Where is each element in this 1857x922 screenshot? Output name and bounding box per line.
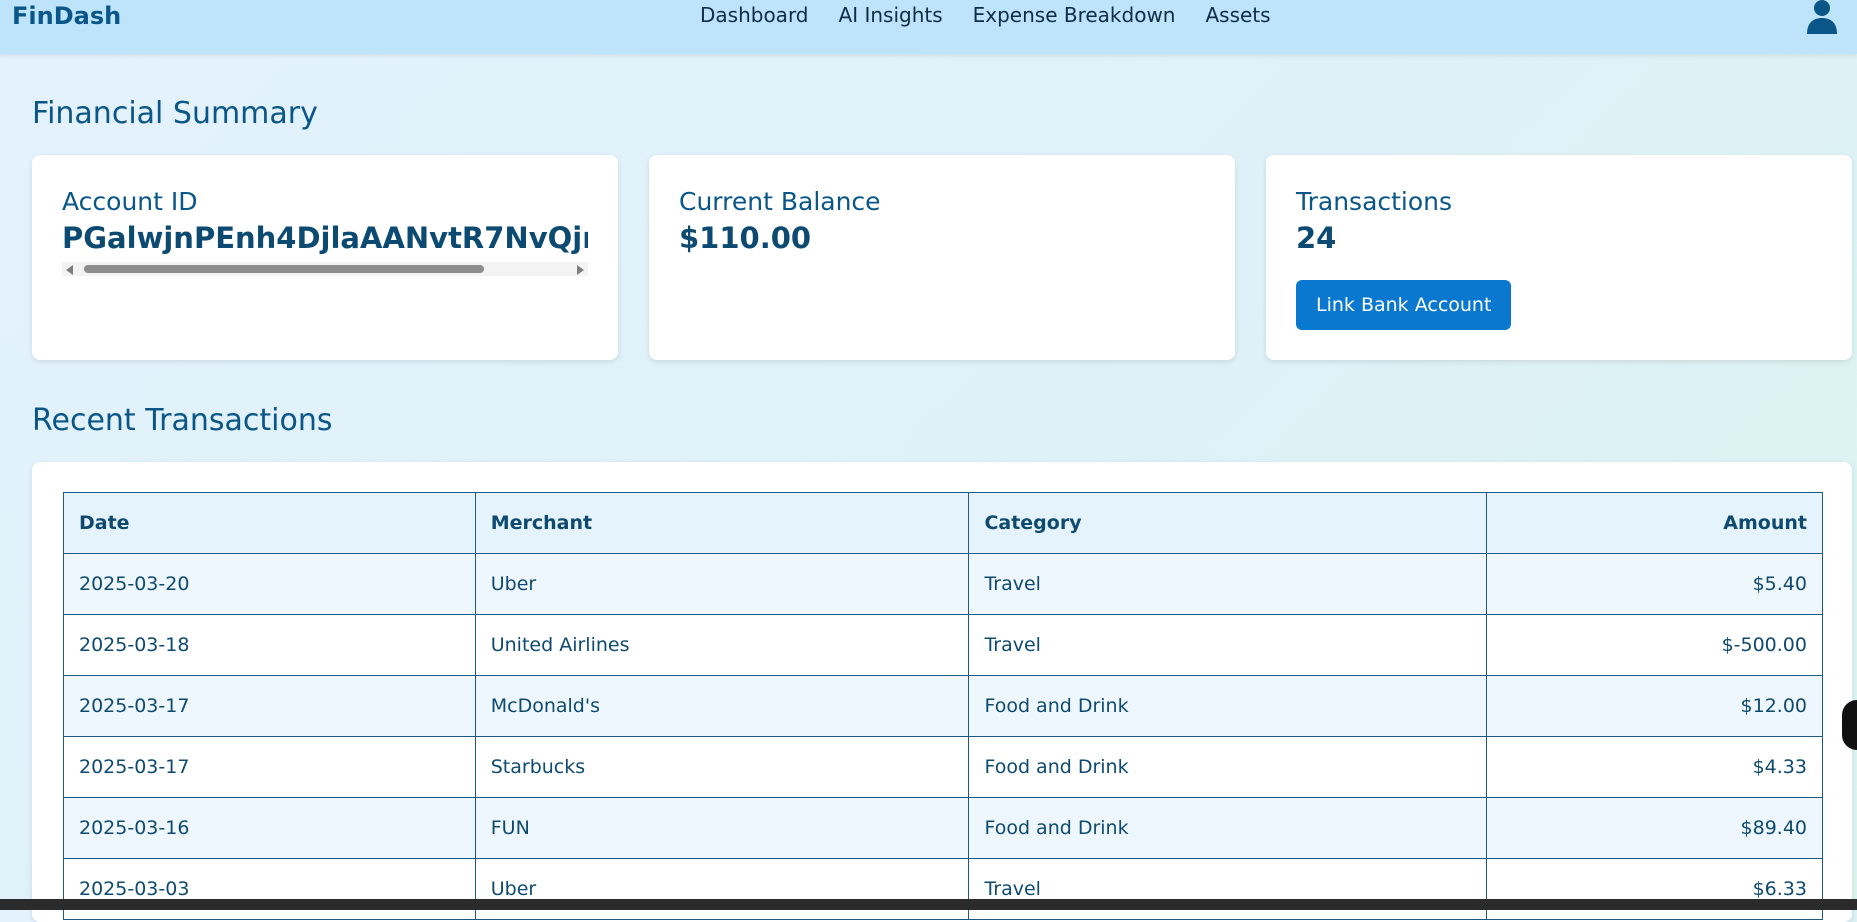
column-header-amount[interactable]: Amount [1486, 492, 1823, 554]
cell-date: 2025-03-18 [63, 614, 476, 676]
cell-amount: $89.40 [1486, 797, 1823, 859]
table-row[interactable]: 2025-03-18 United Airlines Travel $-500.… [63, 614, 1823, 676]
cell-amount: $12.00 [1486, 675, 1823, 737]
account-id-card: Account ID PGalwjnPEnh4DjlaAANvtR7NvQjmJ… [32, 155, 618, 360]
current-balance-value: $110.00 [679, 221, 812, 255]
cell-date: 2025-03-17 [63, 675, 476, 737]
cell-merchant: Uber [474, 858, 970, 920]
nav-assets[interactable]: Assets [1205, 3, 1270, 27]
column-header-date[interactable]: Date [63, 492, 476, 554]
taskbar-strip [0, 899, 1857, 910]
scroll-left-arrow-icon[interactable] [66, 265, 73, 275]
cell-amount: $-500.00 [1486, 614, 1823, 676]
cell-category: Travel [968, 614, 1488, 676]
cell-category: Food and Drink [968, 675, 1488, 737]
cell-date: 2025-03-16 [63, 797, 476, 859]
cell-date: 2025-03-20 [63, 553, 476, 615]
current-balance-card: Current Balance $110.00 [649, 155, 1235, 360]
recent-transactions-title: Recent Transactions [32, 403, 333, 438]
brand-logo[interactable]: FinDash [12, 2, 121, 30]
scroll-right-arrow-icon[interactable] [577, 265, 584, 275]
cell-amount: $5.40 [1486, 553, 1823, 615]
cell-merchant: FUN [474, 797, 970, 859]
transactions-label: Transactions [1296, 187, 1453, 216]
cell-category: Travel [968, 858, 1488, 920]
user-icon[interactable] [1806, 0, 1838, 34]
cell-merchant: United Airlines [474, 614, 970, 676]
financial-summary-title: Financial Summary [32, 96, 318, 131]
cell-category: Travel [968, 553, 1488, 615]
cell-category: Food and Drink [968, 797, 1488, 859]
account-id-label: Account ID [62, 187, 198, 216]
transactions-count: 24 [1296, 221, 1337, 255]
scrollbar-thumb[interactable] [84, 265, 484, 273]
account-id-scroll-area[interactable]: PGalwjnPEnh4DjlaAANvtR7NvQjmJVi [62, 221, 588, 257]
cell-amount: $6.33 [1486, 858, 1823, 920]
account-id-scrollbar[interactable] [62, 262, 588, 276]
transactions-table: Date Merchant Category Amount 2025-03-20… [63, 492, 1823, 920]
cell-merchant: McDonald's [474, 675, 970, 737]
current-balance-label: Current Balance [679, 187, 881, 216]
cell-amount: $4.33 [1486, 736, 1823, 798]
table-row[interactable]: 2025-03-03 Uber Travel $6.33 [63, 858, 1823, 920]
table-row[interactable]: 2025-03-20 Uber Travel $5.40 [63, 553, 1823, 615]
cell-merchant: Starbucks [474, 736, 970, 798]
account-id-value: PGalwjnPEnh4DjlaAANvtR7NvQjmJVi [62, 221, 588, 255]
table-row[interactable]: 2025-03-17 McDonald's Food and Drink $12… [63, 675, 1823, 737]
transactions-table-card: Date Merchant Category Amount 2025-03-20… [32, 462, 1852, 922]
nav-ai-insights[interactable]: AI Insights [839, 3, 943, 27]
nav-expense-breakdown[interactable]: Expense Breakdown [973, 3, 1176, 27]
main-nav: Dashboard AI Insights Expense Breakdown … [700, 3, 1301, 27]
column-header-merchant[interactable]: Merchant [474, 492, 970, 554]
cell-date: 2025-03-03 [63, 858, 476, 920]
cell-category: Food and Drink [968, 736, 1488, 798]
link-bank-account-button[interactable]: Link Bank Account [1296, 280, 1512, 330]
top-navbar: FinDash Dashboard AI Insights Expense Br… [0, 0, 1857, 54]
cell-date: 2025-03-17 [63, 736, 476, 798]
table-header-row: Date Merchant Category Amount [63, 492, 1823, 554]
column-header-category[interactable]: Category [968, 492, 1488, 554]
cell-merchant: Uber [474, 553, 970, 615]
table-row[interactable]: 2025-03-17 Starbucks Food and Drink $4.3… [63, 736, 1823, 798]
floating-widget-handle[interactable] [1842, 700, 1857, 750]
transactions-card: Transactions 24 Link Bank Account [1266, 155, 1852, 360]
nav-dashboard[interactable]: Dashboard [700, 3, 809, 27]
table-row[interactable]: 2025-03-16 FUN Food and Drink $89.40 [63, 797, 1823, 859]
